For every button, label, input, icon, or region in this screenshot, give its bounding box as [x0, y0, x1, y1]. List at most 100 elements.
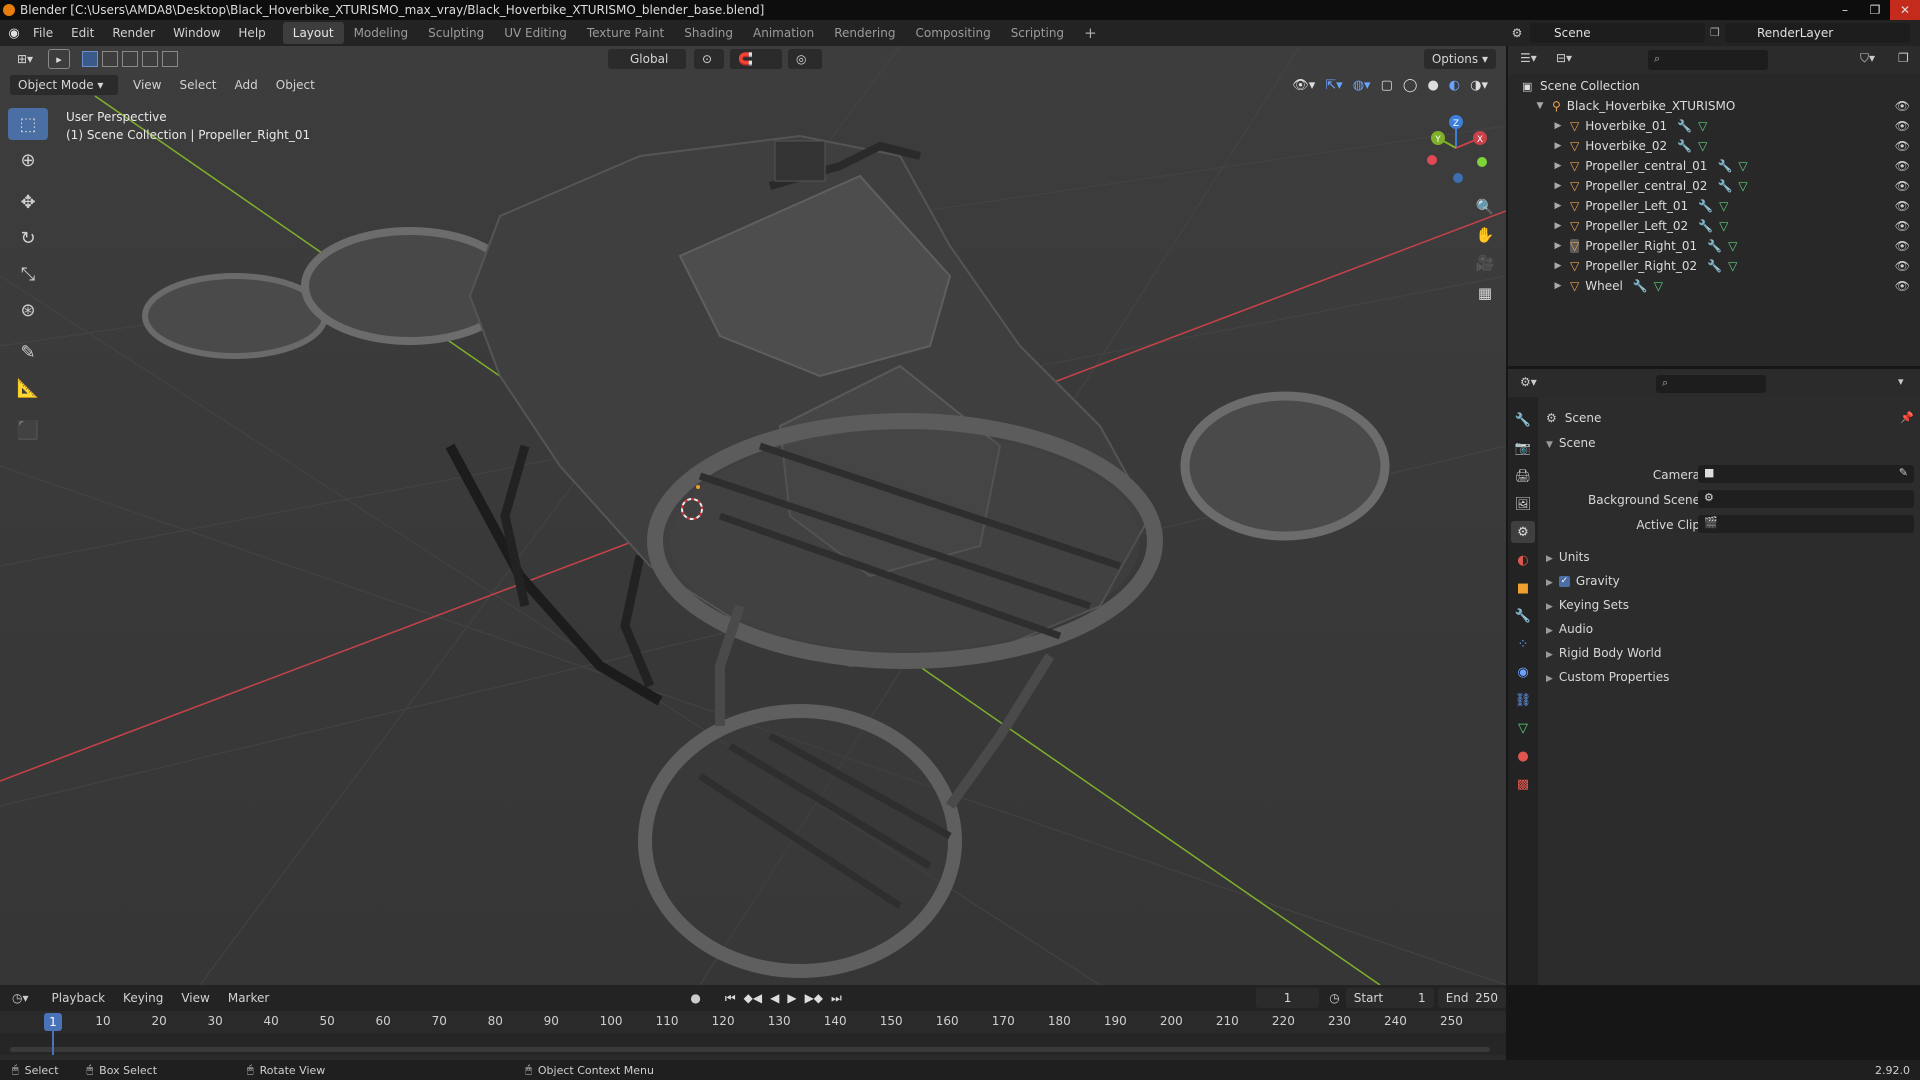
expand-arrow-icon[interactable]: ▶ [1552, 261, 1564, 271]
view-layer-selector[interactable]: RenderLayer [1725, 23, 1910, 43]
background-scene-field[interactable]: ⚙ [1698, 490, 1914, 508]
select-new-icon[interactable] [82, 51, 98, 67]
timeline-menu-playback[interactable]: Playback [43, 991, 115, 1005]
playhead-frame-indicator[interactable]: 1 [44, 1013, 62, 1031]
menu-window[interactable]: Window [164, 26, 229, 40]
menu-help[interactable]: Help [229, 26, 274, 40]
timeline-editor-icon[interactable]: ◷▾ [12, 991, 29, 1005]
play-icon[interactable]: ▶ [787, 991, 796, 1006]
tab-rendering[interactable]: Rendering [824, 22, 905, 44]
render-tab-icon[interactable]: 📷 [1511, 437, 1535, 459]
viewport-menu-view[interactable]: View [124, 78, 170, 92]
visibility-icon[interactable]: 👁▾ [1292, 78, 1315, 93]
menu-render[interactable]: Render [103, 26, 164, 40]
outliner-row-propeller-left-01[interactable]: ▶ ▽ Propeller_Left_01 🔧 ▽ 👁 [1508, 196, 1920, 216]
select-invert-icon[interactable] [142, 51, 158, 67]
outliner-row-propeller-central-02[interactable]: ▶ ▽ Propeller_central_02 🔧 ▽ 👁 [1508, 176, 1920, 196]
scene-selector[interactable]: Scene [1530, 23, 1705, 43]
physics-tab-icon[interactable]: ◉ [1511, 661, 1535, 683]
play-reverse-icon[interactable]: ◀ [770, 991, 779, 1006]
select-subtract-icon[interactable] [122, 51, 138, 67]
rotate-tool-icon[interactable]: ↻ [8, 222, 48, 254]
timeline-menu-view[interactable]: View [172, 991, 218, 1005]
timeline-scrollbar[interactable] [10, 1047, 1490, 1052]
options-chevron-icon[interactable]: ▾ [1898, 375, 1904, 388]
move-tool-icon[interactable]: ✥ [8, 186, 48, 218]
tab-compositing[interactable]: Compositing [905, 22, 1000, 44]
minimize-button[interactable]: – [1830, 0, 1860, 20]
visibility-eye-icon[interactable]: 👁 [1895, 219, 1910, 233]
world-tab-icon[interactable]: ◐ [1511, 549, 1535, 571]
particles-tab-icon[interactable]: ⁘ [1511, 633, 1535, 655]
add-workspace-button[interactable]: + [1074, 22, 1107, 44]
visibility-eye-icon[interactable]: 👁 [1895, 119, 1910, 133]
outliner-row-hoverbike-02[interactable]: ▶ ▽ Hoverbike_02 🔧 ▽ 👁 [1508, 136, 1920, 156]
add-cube-tool-icon[interactable]: ⬛ [8, 414, 48, 446]
outliner-collection[interactable]: ▼ ⚲ Black_Hoverbike_XTURISMO 👁 [1508, 96, 1920, 116]
scale-tool-icon[interactable]: ⤡ [8, 258, 48, 290]
xray-icon[interactable]: ▢ [1381, 78, 1393, 93]
constraints-tab-icon[interactable]: ⛓ [1511, 689, 1535, 711]
expand-arrow-icon[interactable]: ▶ [1552, 181, 1564, 191]
scene-panel-header[interactable]: ▼ Scene [1546, 431, 1596, 455]
select-extend-icon[interactable] [102, 51, 118, 67]
visibility-eye-icon[interactable]: 👁 [1895, 259, 1910, 273]
start-frame-field[interactable]: Start 1 [1345, 988, 1434, 1008]
transform-orientation-dropdown[interactable]: Global [608, 49, 686, 69]
material-tab-icon[interactable]: ● [1511, 745, 1535, 767]
visibility-eye-icon[interactable]: 👁 [1895, 239, 1910, 253]
select-tool-icon[interactable]: ▸ [48, 49, 70, 69]
texture-tab-icon[interactable]: ▩ [1511, 773, 1535, 795]
measure-tool-icon[interactable]: 📐 [8, 372, 48, 404]
visibility-eye-icon[interactable]: 👁 [1895, 139, 1910, 153]
timeline-menu-marker[interactable]: Marker [219, 991, 278, 1005]
ortho-grid-icon[interactable]: ▦ [1472, 280, 1498, 306]
outliner-row-propeller-right-01[interactable]: ▶ ▽ Propeller_Right_01 🔧 ▽ 👁 [1508, 236, 1920, 256]
modifier-tab-icon[interactable]: 🔧 [1511, 605, 1535, 627]
custom-properties-panel[interactable]: ▶ Custom Properties [1546, 665, 1669, 689]
keying-sets-panel[interactable]: ▶ Keying Sets [1546, 593, 1629, 617]
tab-texture-paint[interactable]: Texture Paint [577, 22, 674, 44]
output-tab-icon[interactable]: 🖨 [1511, 465, 1535, 487]
solid-shading-icon[interactable]: ● [1427, 78, 1438, 93]
timeline-track[interactable] [0, 1033, 1506, 1055]
expand-arrow-icon[interactable]: ▶ [1552, 281, 1564, 291]
pin-icon[interactable]: 📌 [1900, 411, 1914, 424]
new-collection-icon[interactable]: ❐ [1898, 51, 1909, 65]
snap-icon[interactable]: 🧲 [730, 49, 782, 69]
gizmo-icon[interactable]: ⇱▾ [1325, 78, 1342, 93]
scene-new-icon[interactable]: ❐ [1710, 24, 1724, 42]
pan-hand-icon[interactable]: ✋ [1472, 222, 1498, 248]
mode-dropdown[interactable]: Object Mode ▾ [10, 75, 118, 95]
camera-view-icon[interactable]: 🎥 [1472, 250, 1498, 276]
object-tab-icon[interactable]: ■ [1511, 577, 1535, 599]
prev-keyframe-icon[interactable]: ◆◀ [744, 991, 762, 1006]
preview-range-icon[interactable]: ◷ [1329, 991, 1339, 1005]
blender-menu-icon[interactable]: ◉ [4, 20, 24, 46]
timeline-ruler[interactable]: 1102030405060708090100110120130140150160… [0, 1011, 1506, 1033]
tab-shading[interactable]: Shading [674, 22, 743, 44]
pivot-point-icon[interactable]: ⊙ [694, 49, 724, 69]
filter-icon[interactable]: ⛉▾ [1860, 51, 1875, 66]
jump-start-icon[interactable]: ⏮ [725, 991, 736, 1006]
overlay-icon[interactable]: ◍▾ [1353, 78, 1371, 93]
rendered-shading-icon[interactable]: ◑▾ [1470, 78, 1488, 93]
expand-arrow-icon[interactable]: ▶ [1552, 141, 1564, 151]
tab-animation[interactable]: Animation [743, 22, 824, 44]
gravity-panel[interactable]: ▶ ✓ Gravity [1546, 569, 1620, 593]
audio-panel[interactable]: ▶ Audio [1546, 617, 1593, 641]
tool-tab-icon[interactable]: 🔧 [1511, 409, 1535, 431]
zoom-icon[interactable]: 🔍 [1472, 194, 1498, 220]
timeline-menu-keying[interactable]: Keying [114, 991, 172, 1005]
next-keyframe-icon[interactable]: ▶◆ [805, 991, 823, 1006]
outliner-row-propeller-right-02[interactable]: ▶ ▽ Propeller_Right_02 🔧 ▽ 👁 [1508, 256, 1920, 276]
viewport-menu-add[interactable]: Add [226, 78, 267, 92]
select-intersect-icon[interactable] [162, 51, 178, 67]
annotate-tool-icon[interactable]: ✎ [8, 336, 48, 368]
visibility-eye-icon[interactable]: 👁 [1895, 99, 1910, 113]
tab-modeling[interactable]: Modeling [344, 22, 419, 44]
tab-scripting[interactable]: Scripting [1001, 22, 1074, 44]
close-button[interactable]: ✕ [1890, 0, 1920, 20]
visibility-eye-icon[interactable]: 👁 [1895, 179, 1910, 193]
3d-viewport[interactable] [0, 46, 1506, 985]
